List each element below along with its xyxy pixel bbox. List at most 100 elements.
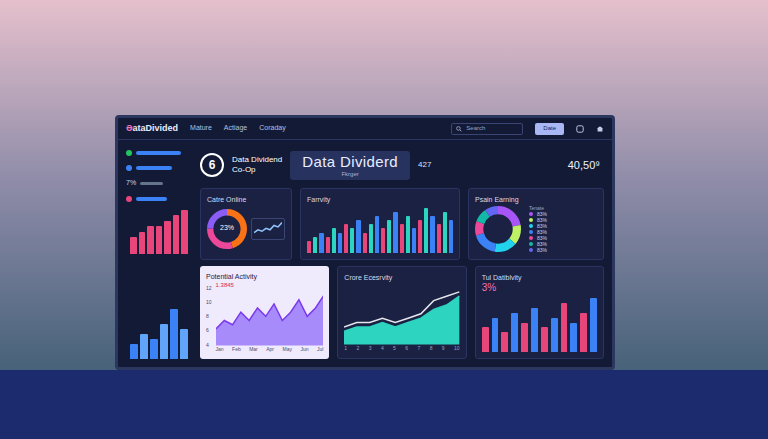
legend: Tenate83%83%83%83%83%83%83% [529, 205, 547, 253]
chart-bar [356, 220, 360, 253]
sidebar-percent-row: 7% [126, 178, 192, 189]
legend-swatch [529, 230, 533, 234]
sidebar-fill [136, 166, 172, 170]
sidebar-bar-chart [130, 210, 188, 254]
sidebar-row [126, 148, 192, 157]
chart-bar [140, 334, 148, 359]
chart-bar [313, 237, 317, 253]
hero-subtitle: Fkrger [341, 171, 358, 178]
status-dot [126, 196, 132, 202]
legend-swatch [529, 248, 533, 252]
chart-bar [541, 327, 548, 352]
legend-item: 83% [529, 229, 547, 235]
nav: Mature Actiage Coraday [190, 123, 286, 134]
chart-bar [381, 228, 385, 253]
dashboard-body: 7%6Data DividendCo-OpData DividerdFkrger… [118, 140, 612, 367]
legend-item: 83% [529, 217, 547, 223]
potential-area-chart [216, 290, 324, 346]
logo-mark: Ə [126, 122, 133, 136]
chart-bar [561, 303, 568, 352]
chart-bar [449, 220, 453, 253]
donut-value: 23% [207, 209, 247, 249]
chart-bar [350, 228, 354, 253]
crore-line-chart [344, 286, 459, 345]
legend-item: 83% [529, 235, 547, 241]
legend-title: Tenate [529, 205, 547, 211]
catre-online-panel: Catre Online 23% [200, 188, 292, 260]
percent-label: 7% [126, 178, 136, 189]
count: 427 [418, 159, 431, 171]
legend-swatch [529, 212, 533, 216]
chart-bar [580, 313, 587, 352]
middle-row: Catre Online 23% Farrvity Psain EarningTena… [200, 188, 604, 260]
summary-row: 6Data DividendCo-OpData DividerdFkrger42… [200, 148, 604, 182]
chart-bar [164, 221, 171, 254]
chart-bar [326, 237, 330, 253]
chart-bar [430, 216, 434, 253]
bottom-row: Potential Activity12108641.3845JanFebMar… [200, 266, 604, 359]
sidebar-row [126, 195, 192, 204]
summary-subtitle: Co-Op [232, 165, 282, 175]
legend-item: 83% [529, 223, 547, 229]
x-axis: 12345678910 [344, 345, 459, 353]
nav-item[interactable]: Mature [190, 123, 212, 134]
chart-bar [344, 224, 348, 253]
bell-icon[interactable] [596, 125, 604, 133]
chart-bar [501, 332, 508, 352]
chart-bar [150, 339, 158, 359]
monitor: ƏataDivided Mature Actiage Coraday Search Dat… [115, 115, 615, 370]
chart-bar [147, 226, 154, 254]
tul-datiblvity-panel: Tul Datiblvity3% [475, 266, 604, 359]
crore-line-chart [344, 286, 459, 345]
sidebar-fill [136, 151, 181, 155]
chart-bar [319, 233, 323, 253]
search-icon [456, 126, 462, 132]
chart-bar [173, 215, 180, 254]
legend-swatch [529, 224, 533, 228]
chart-bar [387, 220, 391, 253]
tul-bar-chart [482, 298, 597, 352]
psain-donut-chart [475, 206, 521, 252]
legend-swatch [529, 218, 533, 222]
status-dot [126, 165, 132, 171]
logo-text: ataDivided [133, 122, 179, 136]
nav-item[interactable]: Actiage [224, 123, 247, 134]
farrvity-panel: Farrvity [300, 188, 460, 260]
chart-bar [531, 308, 538, 352]
percent-fill [140, 182, 163, 185]
crore-ecesrvity-panel: Crore Ecesrvity 12345678910 [337, 266, 466, 359]
total: 40,50⁹ [568, 157, 604, 174]
y-axis: 1210864 [206, 281, 212, 353]
chart-bar [181, 210, 188, 254]
panel-title: Tul Datiblvity [482, 273, 597, 282]
sidebar: 7% [126, 148, 192, 359]
badge: 6 [200, 153, 224, 177]
chart-bar [521, 323, 528, 352]
panel-title: Catre Online [207, 195, 285, 204]
panel-title: Crore Ecesrvity [344, 273, 459, 282]
city-background: ƏataDivided Mature Actiage Coraday Search Dat… [0, 0, 768, 370]
date-button[interactable]: Date [535, 123, 564, 135]
farrvity-bar-chart [307, 208, 453, 253]
chart-bar [180, 329, 188, 359]
top-bar: ƏataDivided Mature Actiage Coraday Search Dat… [118, 118, 612, 140]
panel-title: Psain Earning [475, 195, 597, 204]
chart-bar [412, 228, 416, 253]
summary-title: Data Dividend [232, 155, 282, 165]
search-field[interactable]: Search [451, 123, 523, 135]
settings-icon[interactable] [576, 125, 584, 133]
chart-bar [418, 220, 422, 253]
legend-swatch [529, 236, 533, 240]
chart-bar [437, 224, 441, 253]
psain-earning-panel: Psain EarningTenate83%83%83%83%83%83%83% [468, 188, 604, 260]
sidebar-row [126, 163, 192, 172]
chart-bar [400, 224, 404, 253]
chart-bar [590, 298, 597, 352]
status-dot [126, 150, 132, 156]
chart-bar [130, 237, 137, 254]
legend-item: 83% [529, 247, 547, 253]
chart-bar [307, 241, 311, 253]
nav-item[interactable]: Coraday [259, 123, 285, 134]
page: ƏataDivided Mature Actiage Coraday Search Dat… [0, 0, 768, 439]
chart-bar [551, 318, 558, 352]
